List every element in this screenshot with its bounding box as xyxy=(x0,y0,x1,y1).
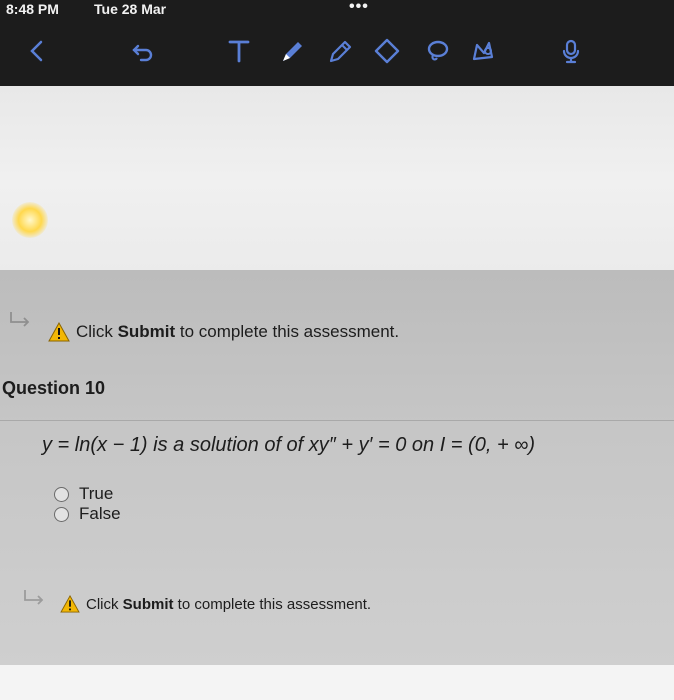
warning-icon xyxy=(48,322,70,342)
lasso-icon[interactable] xyxy=(422,36,452,66)
submit-notice-bottom: Click Submit to complete this assessment… xyxy=(60,595,371,613)
notice-text-prefix: Click xyxy=(76,322,118,341)
option-false-label: False xyxy=(79,504,121,523)
text-tool-icon[interactable] xyxy=(224,36,254,66)
status-date: Tue 28 Mar xyxy=(94,1,167,17)
eraser-icon[interactable] xyxy=(372,36,402,66)
divider xyxy=(0,420,674,421)
submit-notice-top: Click Submit to complete this assessment… xyxy=(48,322,399,342)
radio-false[interactable] xyxy=(54,506,69,522)
pen-icon[interactable] xyxy=(278,36,308,66)
return-arrow-icon xyxy=(8,310,34,330)
undo-icon[interactable] xyxy=(128,36,158,66)
microphone-icon[interactable] xyxy=(556,36,586,66)
return-arrow-icon xyxy=(22,588,48,608)
assessment-panel: Click Submit to complete this assessment… xyxy=(0,270,674,665)
option-true[interactable]: True xyxy=(54,484,113,504)
question-statement: y = ln(x − 1) is a solution of of xy″ + … xyxy=(42,434,536,456)
image-icon[interactable] xyxy=(468,36,498,66)
notice-submit-word: Submit xyxy=(117,322,176,341)
status-time: 8:48 PM xyxy=(6,1,59,17)
pencil-icon[interactable] xyxy=(326,36,356,66)
notice-text-suffix: to complete this assessment. xyxy=(173,595,372,613)
notice-text-suffix: to complete this assessment. xyxy=(175,322,400,341)
question-title: Question 10 xyxy=(2,378,106,398)
radio-true[interactable] xyxy=(54,486,69,502)
warning-icon xyxy=(60,595,80,613)
more-dots-icon[interactable]: ••• xyxy=(349,0,369,16)
page-bottom xyxy=(0,665,674,700)
notice-text-prefix: Click xyxy=(86,595,123,613)
annotation-toolbar xyxy=(0,22,674,86)
back-chevron-icon[interactable] xyxy=(22,36,52,66)
status-bar: 8:48 PM Tue 28 Mar ••• xyxy=(0,0,674,22)
option-true-label: True xyxy=(79,484,114,503)
light-reflection xyxy=(12,202,48,238)
notice-submit-word: Submit xyxy=(122,595,174,613)
drawing-canvas[interactable] xyxy=(0,86,674,272)
option-false[interactable]: False xyxy=(54,504,121,524)
